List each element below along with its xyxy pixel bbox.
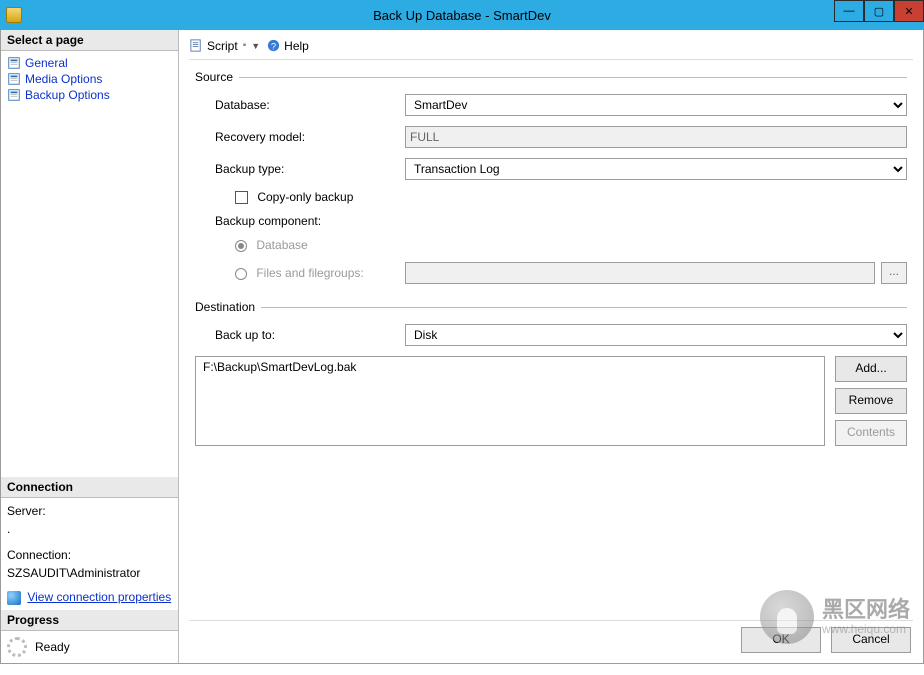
cancel-button[interactable]: Cancel [831,627,911,653]
page-label: Backup Options [25,88,110,102]
window-title: Back Up Database - SmartDev [0,8,924,23]
contents-button: Contents [835,420,907,446]
filegroups-field [405,262,875,284]
svg-text:?: ? [271,41,276,51]
page-general[interactable]: General [3,55,176,71]
recovery-model-field [405,126,907,148]
close-button[interactable]: ✕ [894,0,924,22]
page-label: General [25,56,68,70]
destination-listbox[interactable]: F:\Backup\SmartDevLog.bak [195,356,825,446]
title-bar: Back Up Database - SmartDev — ▢ ✕ [0,0,924,30]
maximize-button[interactable]: ▢ [864,0,894,22]
script-button[interactable]: Script ▪ ▼ [189,38,260,53]
script-label: Script [207,39,238,53]
component-files-radio [235,268,247,280]
connection-props-icon [7,591,21,605]
component-database-label: Database [256,238,307,252]
backup-type-select[interactable]: Transaction Log [405,158,907,180]
destination-group-label: Destination [195,300,255,314]
filegroups-browse-button: ... [881,262,907,284]
connection-value: SZSAUDIT\Administrator [7,564,172,582]
list-item[interactable]: F:\Backup\SmartDevLog.bak [201,360,819,374]
connection-label: Connection: [7,546,172,564]
database-select[interactable]: SmartDev [405,94,907,116]
backup-to-select[interactable]: Disk [405,324,907,346]
component-files-label: Files and filegroups: [256,266,363,280]
copy-only-label: Copy-only backup [257,190,353,204]
page-icon [7,88,21,102]
sidebar: Select a page General Media Options Back… [1,30,179,663]
server-label: Server: [7,502,172,520]
source-group-label: Source [195,70,233,84]
help-label: Help [284,39,309,53]
minimize-button[interactable]: — [834,0,864,22]
script-dropdown-arrow-icon[interactable]: ▼ [251,41,260,51]
backup-to-label: Back up to: [195,328,405,342]
copy-only-checkbox[interactable] [235,191,248,204]
connection-info: Server: . Connection: SZSAUDIT\Administr… [1,498,178,610]
connection-header: Connection [1,477,178,498]
add-button[interactable]: Add... [835,356,907,382]
page-icon [7,72,21,86]
progress-header: Progress [1,610,178,631]
separator: ▪ [243,40,247,51]
database-label: Database: [195,98,405,112]
help-button[interactable]: ? Help [266,38,309,53]
page-icon [7,56,21,70]
progress-text: Ready [35,640,70,654]
backup-type-label: Backup type: [195,162,405,176]
view-connection-properties-link[interactable]: View connection properties [27,588,171,606]
help-icon: ? [266,38,281,53]
ok-button[interactable]: OK [741,627,821,653]
page-label: Media Options [25,72,102,86]
page-media-options[interactable]: Media Options [3,71,176,87]
backup-component-label: Backup component: [195,214,405,228]
component-database-radio [235,240,247,252]
server-value: . [7,520,172,538]
script-icon [189,38,204,53]
remove-button[interactable]: Remove [835,388,907,414]
recovery-model-label: Recovery model: [195,130,405,144]
page-backup-options[interactable]: Backup Options [3,87,176,103]
select-page-header: Select a page [1,30,178,51]
main-panel: Script ▪ ▼ ? Help Source Database: Smart… [179,30,923,663]
progress-spinner-icon [7,637,27,657]
